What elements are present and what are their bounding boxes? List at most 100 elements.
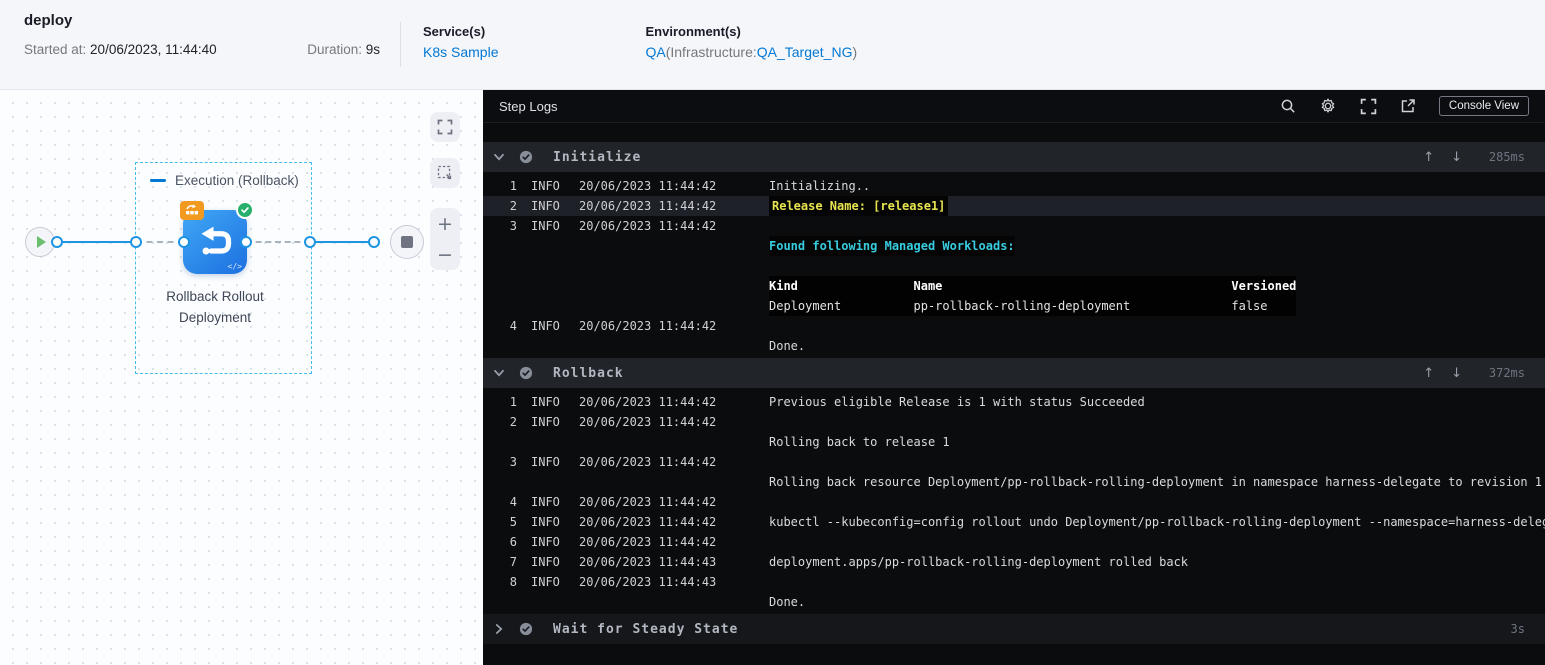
log-message: Done. — [769, 339, 806, 353]
log-row: Rolling back to release 1 — [483, 432, 1545, 452]
log-row: 1 INFO 20/06/2023 11:44:42 Initializing.. — [483, 176, 1545, 196]
step-logs-header: Step Logs Console View — [483, 90, 1545, 123]
log-section-header-rollback[interactable]: Rollback ↑ ↓ 372ms — [483, 358, 1545, 388]
infrastructure-suffix: ) — [852, 44, 858, 60]
log-section-header-wait-for-steady-state[interactable]: Wait for Steady State 3s — [483, 614, 1545, 644]
log-section-header-initialize[interactable]: Initialize ↑ ↓ 285ms — [483, 142, 1545, 172]
log-row: Found following Managed Workloads: — [483, 236, 1545, 256]
step-logs-title: Step Logs — [499, 98, 558, 114]
log-row: 3 INFO 20/06/2023 11:44:42 — [509, 219, 717, 233]
log-row: 7 INFO 20/06/2023 11:44:43 deployment.apps/… — [483, 552, 1545, 572]
collapse-group-icon[interactable] — [150, 179, 166, 182]
connector-dot-icon — [304, 236, 316, 248]
console-view-button[interactable]: Console View — [1438, 96, 1529, 116]
chevron-down-icon[interactable] — [493, 367, 505, 379]
canvas-zoom-panel: + − — [430, 208, 460, 270]
log-row: 6 INFO 20/06/2023 11:44:42 — [509, 535, 717, 549]
execution-header: deploy Started at: 20/06/2023, 11:44:40 … — [0, 0, 1545, 90]
step-success-check-icon — [519, 622, 533, 636]
search-icon[interactable] — [1280, 98, 1296, 114]
step-success-check-icon — [519, 150, 533, 164]
log-row — [483, 256, 1545, 276]
log-message: kubectl --kubeconfig=config rollout undo… — [769, 515, 1545, 529]
log-message: Release Name: [release1] — [769, 196, 949, 216]
zoom-in-button[interactable]: + — [430, 208, 460, 239]
log-section-title: Initialize — [553, 149, 642, 165]
rollout-deployment-badge-icon — [180, 201, 204, 220]
services-label: Service(s) — [423, 24, 486, 39]
log-row: 3 INFO 20/06/2023 11:44:42 — [509, 455, 717, 469]
pipeline-canvas[interactable]: Execution (Rollback) </> Rollback Rollou… — [0, 90, 483, 665]
log-row: Done. — [483, 592, 1545, 612]
infrastructure-link[interactable]: QA_Target_NG — [757, 44, 853, 60]
canvas-select-mode-button[interactable] — [430, 158, 460, 188]
log-message: Initializing.. — [769, 179, 871, 193]
pipeline-title: deploy — [24, 12, 73, 29]
log-row: Done. — [483, 336, 1545, 356]
edge-group-to-end — [310, 241, 374, 243]
rollback-step-node[interactable]: </> — [180, 201, 254, 274]
infrastructure-prefix: (Infrastructure: — [665, 44, 757, 60]
environments-label: Environment(s) — [645, 24, 741, 39]
log-message: Done. — [769, 595, 806, 609]
log-rows-initialize: 1 INFO 20/06/2023 11:44:42 Initializing.. 2 I… — [483, 172, 1545, 358]
connector-dot-icon — [368, 236, 380, 248]
canvas-fit-view-button[interactable] — [430, 112, 460, 142]
fit-view-icon — [437, 119, 453, 135]
scroll-down-arrow-icon[interactable]: ↓ — [1451, 150, 1462, 165]
step-success-check-icon — [519, 366, 533, 380]
environment-link[interactable]: QA — [645, 44, 665, 60]
play-icon — [37, 236, 46, 248]
stop-icon — [401, 236, 413, 248]
connector-dot-icon — [51, 236, 63, 248]
log-row: 5 INFO 20/06/2023 11:44:42 kubectl --kubeco… — [483, 512, 1545, 532]
settings-gear-icon[interactable] — [1319, 97, 1337, 115]
service-link[interactable]: K8s Sample — [423, 44, 498, 60]
edge-group-to-node — [136, 241, 184, 243]
selection-icon — [437, 165, 452, 180]
execution-group-label: Execution (Rollback) — [150, 173, 299, 188]
duration: Duration: 9s — [307, 42, 380, 57]
step-node-label: Rollback Rollout Deployment — [166, 289, 264, 325]
scroll-up-arrow-icon[interactable]: ↑ — [1423, 366, 1434, 381]
log-row: 8 INFO 20/06/2023 11:44:43 — [509, 575, 717, 589]
log-rows-rollback: 1 INFO 20/06/2023 11:44:42 Previous eligibl… — [483, 388, 1545, 614]
connector-dot-icon — [178, 236, 190, 248]
log-message: Rolling back resource Deployment/pp-roll… — [769, 475, 1543, 489]
code-icon: </> — [227, 262, 242, 271]
log-row: 2 INFO 20/06/2023 11:44:42 Release Name: [r… — [483, 196, 1545, 216]
log-row: 2 INFO 20/06/2023 11:44:42 — [509, 415, 717, 429]
services-block: Service(s) K8s Sample — [401, 0, 498, 89]
scroll-down-arrow-icon[interactable]: ↓ — [1451, 366, 1462, 381]
section-duration: 285ms — [1488, 150, 1525, 164]
edge-start-to-group — [55, 241, 136, 243]
zoom-out-button[interactable]: − — [430, 239, 460, 270]
log-sections-container[interactable]: Initialize ↑ ↓ 285ms 1 INFO 20/06/2023 11:44:4… — [483, 123, 1545, 665]
rollback-arrow-icon — [201, 226, 232, 255]
log-row: 4 INFO 20/06/2023 11:44:42 — [509, 495, 717, 509]
log-section-title: Wait for Steady State — [553, 621, 739, 637]
log-message: deployment.apps/pp-rollback-rolling-depl… — [769, 555, 1189, 569]
log-row: 1 INFO 20/06/2023 11:44:42 Previous eligibl… — [483, 392, 1545, 412]
log-row: 4 INFO 20/06/2023 11:44:42 — [509, 319, 717, 333]
success-check-icon — [236, 201, 254, 219]
scroll-up-arrow-icon[interactable]: ↑ — [1423, 150, 1434, 165]
environments-block: Environment(s) QA(Infrastructure:QA_Targ… — [623, 0, 857, 89]
chevron-right-icon[interactable] — [493, 623, 505, 635]
open-in-new-tab-icon[interactable] — [1400, 98, 1416, 114]
section-duration: 372ms — [1488, 366, 1525, 380]
log-row: Rolling back resource Deployment/pp-roll… — [483, 472, 1545, 492]
log-row: Deployment pp-rollback-rolling-deploymen… — [483, 296, 1545, 316]
chevron-down-icon[interactable] — [493, 151, 505, 163]
fullscreen-icon[interactable] — [1360, 98, 1377, 115]
log-section-title: Rollback — [553, 365, 624, 381]
log-row: Kind Name Versioned — [483, 276, 1545, 296]
log-message: Kind Name Versioned — [769, 276, 1297, 296]
started-at: Started at: 20/06/2023, 11:44:40 — [24, 42, 217, 57]
log-message: Rolling back to release 1 — [769, 435, 950, 449]
log-message: Deployment pp-rollback-rolling-deploymen… — [769, 296, 1297, 316]
connector-dot-icon — [130, 236, 142, 248]
step-logs-panel: Step Logs Console View Initialize ↑ ↓ 28… — [483, 90, 1545, 665]
pipeline-end-node[interactable] — [390, 225, 424, 259]
connector-dot-icon — [240, 236, 252, 248]
